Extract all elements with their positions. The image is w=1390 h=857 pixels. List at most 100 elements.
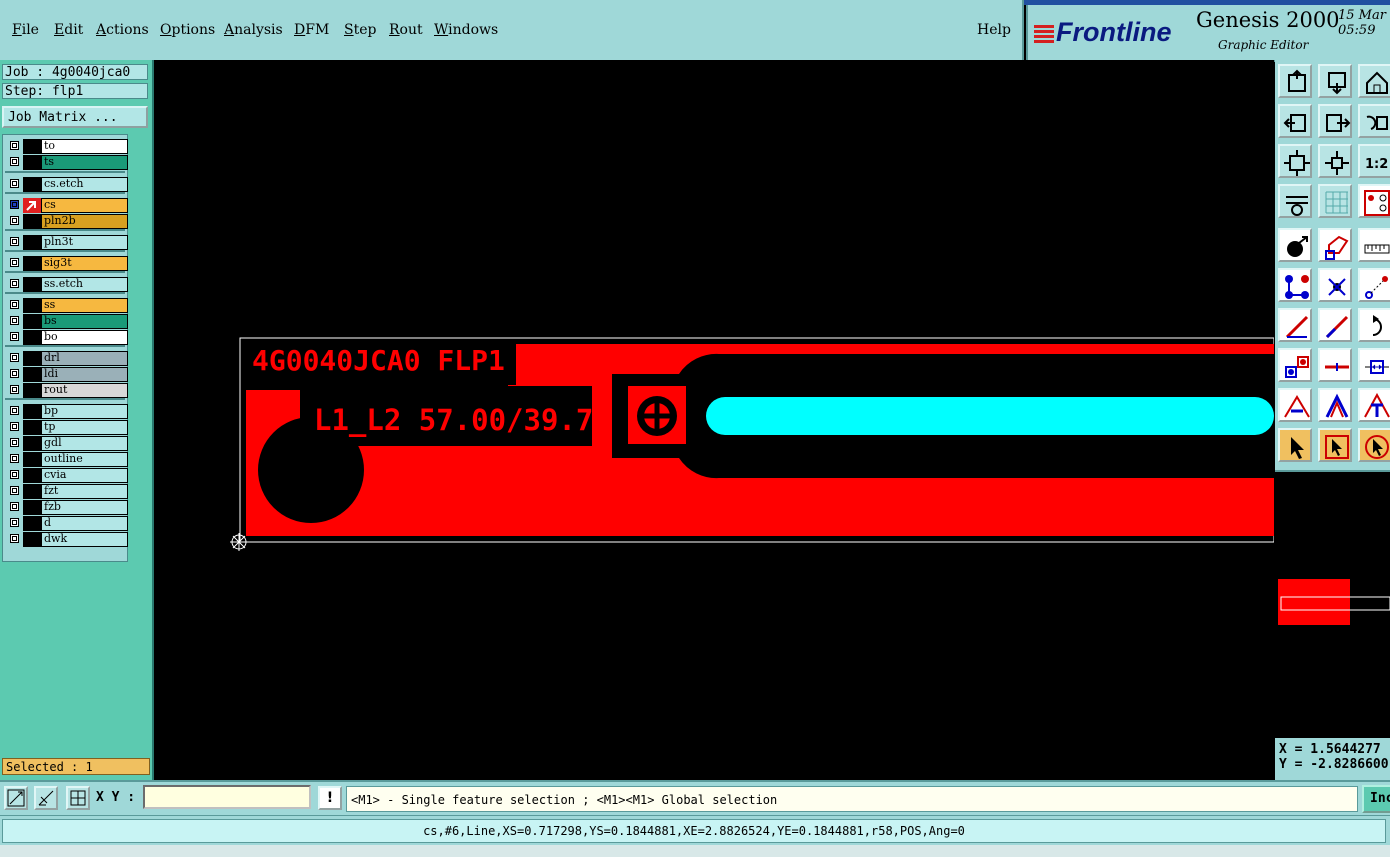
layer-name[interactable]: drl <box>41 351 128 366</box>
menu-rout[interactable]: Rout <box>389 22 423 38</box>
layer-affected-marker[interactable] <box>23 256 41 271</box>
layer-affected-marker[interactable] <box>23 383 41 398</box>
layer-name[interactable]: ldi <box>41 367 128 382</box>
layer-affected-marker[interactable] <box>23 436 41 451</box>
layer-checkbox[interactable] <box>10 157 19 166</box>
layer-row-rout[interactable]: rout <box>5 383 128 398</box>
snap-grid-button[interactable] <box>66 786 90 810</box>
layer-row-bp[interactable]: bp <box>5 404 128 419</box>
add-surface-button[interactable] <box>1318 228 1352 262</box>
ruler-button[interactable] <box>1358 228 1390 262</box>
layer-checkbox[interactable] <box>10 470 19 479</box>
layer-name[interactable]: cs <box>41 198 128 213</box>
layer-name[interactable]: outline <box>41 452 128 467</box>
layer-affected-marker[interactable] <box>23 351 41 366</box>
select-button[interactable] <box>1318 428 1352 462</box>
layer-checkbox[interactable] <box>10 300 19 309</box>
layer-row-to[interactable]: to <box>5 139 128 154</box>
pan-left-button[interactable] <box>1278 104 1312 138</box>
layer-row-sig3t[interactable]: sig3t <box>5 256 128 271</box>
layer-checkbox[interactable] <box>10 237 19 246</box>
zoom-box-button[interactable] <box>4 786 28 810</box>
resize-button[interactable] <box>1358 348 1390 382</box>
move-button[interactable] <box>1358 268 1390 302</box>
layer-checkbox[interactable] <box>10 316 19 325</box>
layer-checkbox[interactable] <box>10 422 19 431</box>
layer-affected-marker[interactable] <box>23 139 41 154</box>
layer-name[interactable]: bp <box>41 404 128 419</box>
pointer-button[interactable] <box>1278 428 1312 462</box>
measure-button[interactable] <box>34 786 58 810</box>
layer-affected-marker[interactable] <box>23 532 41 547</box>
layer-row-outline[interactable]: outline <box>5 452 128 467</box>
layer-affected-marker[interactable] <box>23 404 41 419</box>
home-button[interactable] <box>1358 64 1390 98</box>
layer-checkbox[interactable] <box>10 332 19 341</box>
layer-name[interactable]: ss <box>41 298 128 313</box>
layer-affected-marker[interactable] <box>23 516 41 531</box>
layer-row-ldi[interactable]: ldi <box>5 367 128 382</box>
layer-name[interactable]: cvia <box>41 468 128 483</box>
line-angle-button[interactable] <box>1318 308 1352 342</box>
settings-button[interactable] <box>1278 184 1312 218</box>
layer-checkbox[interactable] <box>10 502 19 511</box>
layer-affected-marker[interactable] <box>23 420 41 435</box>
delete-button[interactable] <box>1318 268 1352 302</box>
layer-name[interactable]: to <box>41 139 128 154</box>
layer-name[interactable]: dwk <box>41 532 128 547</box>
layer-row-ss[interactable]: ss <box>5 298 128 313</box>
layer-affected-marker[interactable] <box>23 235 41 250</box>
layer-affected-marker[interactable] <box>23 484 41 499</box>
layer-row-bs[interactable]: bs <box>5 314 128 329</box>
layer-row-gdl[interactable]: gdl <box>5 436 128 451</box>
layer-row-fzb[interactable]: fzb <box>5 500 128 515</box>
layer-name[interactable]: tp <box>41 420 128 435</box>
menu-options[interactable]: Options <box>160 22 215 38</box>
layer-name[interactable]: sig3t <box>41 256 128 271</box>
line-button[interactable] <box>1278 308 1312 342</box>
snap-button[interactable] <box>1358 184 1390 218</box>
layer-name[interactable]: rout <box>41 383 128 398</box>
layer-checkbox[interactable] <box>10 385 19 394</box>
arc-up-button[interactable] <box>1318 388 1352 422</box>
layer-checkbox[interactable] <box>10 486 19 495</box>
layer-checkbox[interactable] <box>10 534 19 543</box>
layer-row-pln2b[interactable]: pln2b <box>5 214 128 229</box>
layer-affected-marker[interactable] <box>23 277 41 292</box>
menu-dfm[interactable]: DFM <box>294 22 329 38</box>
layer-affected-marker[interactable] <box>23 198 41 213</box>
layer-checkbox[interactable] <box>10 454 19 463</box>
zoom-center-button[interactable] <box>1318 144 1352 178</box>
layer-checkbox[interactable] <box>10 353 19 362</box>
inc-button[interactable]: Inc <box>1362 785 1390 813</box>
arc-button[interactable] <box>1278 388 1312 422</box>
layer-checkbox[interactable] <box>10 438 19 447</box>
layer-row-d[interactable]: d <box>5 516 128 531</box>
layer-row-fzt[interactable]: fzt <box>5 484 128 499</box>
layer-name[interactable]: fzb <box>41 500 128 515</box>
layer-checkbox[interactable] <box>10 258 19 267</box>
redraw-button[interactable] <box>1358 104 1390 138</box>
layer-name[interactable]: bo <box>41 330 128 345</box>
select-all-button[interactable] <box>1358 428 1390 462</box>
layer-checkbox[interactable] <box>10 518 19 527</box>
layer-affected-marker[interactable] <box>23 314 41 329</box>
layer-affected-marker[interactable] <box>23 452 41 467</box>
layer-affected-marker[interactable] <box>23 367 41 382</box>
layer-name[interactable]: d <box>41 516 128 531</box>
layer-row-pln3t[interactable]: pln3t <box>5 235 128 250</box>
layer-checkbox[interactable] <box>10 406 19 415</box>
layer-name[interactable]: pln3t <box>41 235 128 250</box>
layer-name[interactable]: ts <box>41 155 128 170</box>
xy-input[interactable] <box>143 785 311 809</box>
layer-affected-marker[interactable] <box>23 500 41 515</box>
layer-name[interactable]: fzt <box>41 484 128 499</box>
grid-button[interactable] <box>1318 184 1352 218</box>
menu-actions[interactable]: Actions <box>96 22 149 38</box>
menu-step[interactable]: Step <box>344 22 376 38</box>
undo-button[interactable] <box>1358 308 1390 342</box>
pan-right-button[interactable] <box>1318 104 1352 138</box>
layer-name[interactable]: cs.etch <box>41 177 128 192</box>
layer-name[interactable]: pln2b <box>41 214 128 229</box>
menu-windows[interactable]: Windows <box>434 22 498 38</box>
